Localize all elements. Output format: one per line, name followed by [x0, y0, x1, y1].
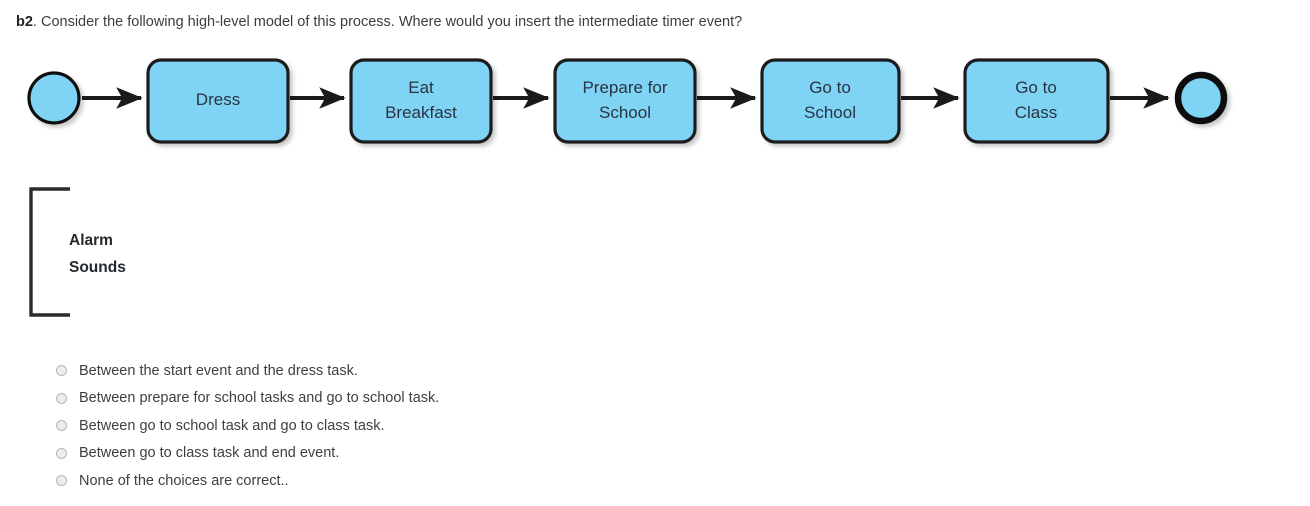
answer-choices-list: Between the start event and the dress ta…	[56, 357, 756, 495]
radio-button-icon-1[interactable]	[56, 365, 67, 377]
task-go-to-school-line-1: Go to	[809, 78, 851, 97]
answer-choice-label-3: Between go to school task and go to clas…	[79, 417, 385, 434]
task-dress-line-1: Dress	[196, 90, 240, 109]
question-prompt: b2. Consider the following high-level mo…	[16, 12, 742, 32]
task-go-to-class: Go to Class	[963, 58, 1110, 144]
task-prepare-for-school-line-1: Prepare for	[582, 78, 667, 97]
annotation-line-2: Sounds	[69, 259, 126, 276]
radio-button-icon-5[interactable]	[56, 475, 67, 487]
task-eat-breakfast: Eat Breakfast	[349, 58, 493, 144]
task-go-to-class-line-2: Class	[1015, 103, 1058, 122]
answer-choice-label-4: Between go to class task and end event.	[79, 445, 340, 462]
task-eat-breakfast-line-2: Breakfast	[385, 103, 457, 122]
task-go-to-school-line-2: School	[804, 103, 856, 122]
answer-choice-5[interactable]: None of the choices are correct..	[56, 467, 756, 495]
question-text: . Consider the following high-level mode…	[32, 14, 743, 30]
annotation-bracket-icon	[29, 187, 70, 317]
answer-choice-label-1: Between the start event and the dress ta…	[79, 362, 358, 379]
question-number: b2	[16, 14, 33, 30]
answer-choice-4[interactable]: Between go to class task and end event.	[56, 440, 756, 468]
task-prepare-for-school-line-2: School	[599, 103, 651, 122]
answer-choice-3[interactable]: Between go to school task and go to clas…	[56, 412, 756, 440]
answer-choice-2[interactable]: Between prepare for school tasks and go …	[56, 385, 756, 413]
answer-choice-1[interactable]: Between the start event and the dress ta…	[56, 357, 756, 385]
start-event	[27, 71, 81, 125]
annotation-line-1: Alarm	[69, 232, 113, 249]
task-go-to-school: Go to School	[760, 58, 901, 144]
radio-button-icon-4[interactable]	[56, 447, 67, 459]
radio-button-icon-3[interactable]	[56, 420, 67, 432]
bpmn-process-diagram: Dress Eat Breakfast Prepare for School G…	[0, 46, 1310, 336]
task-dress: Dress	[146, 58, 290, 144]
radio-button-icon-2[interactable]	[56, 392, 67, 404]
answer-choice-label-5: None of the choices are correct..	[79, 472, 289, 489]
task-eat-breakfast-line-1: Eat	[408, 78, 434, 97]
text-annotation: Alarm Sounds	[29, 187, 126, 317]
task-prepare-for-school: Prepare for School	[553, 58, 697, 144]
answer-choice-label-2: Between prepare for school tasks and go …	[79, 390, 440, 407]
task-go-to-class-line-1: Go to	[1015, 78, 1057, 97]
end-event	[1174, 71, 1228, 125]
